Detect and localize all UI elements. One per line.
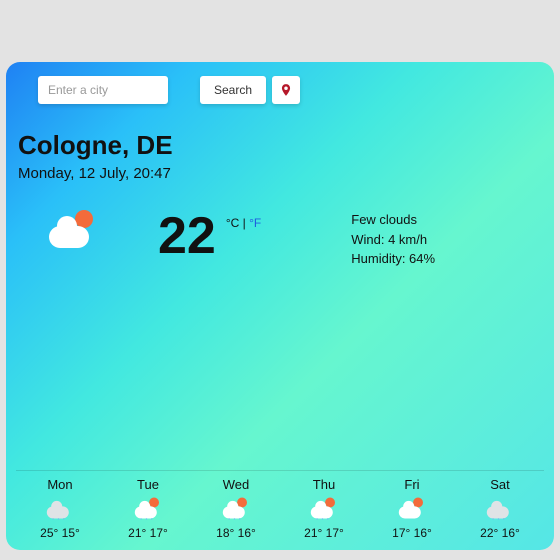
forecast-icon: • • • [20, 494, 100, 522]
city-input[interactable] [38, 76, 168, 104]
unit-celsius[interactable]: °C [226, 216, 239, 230]
forecast-day-name: Wed [196, 477, 276, 492]
unit-fahrenheit[interactable]: °F [249, 216, 261, 230]
cloud-sun-icon [49, 210, 97, 248]
forecast-day-name: Fri [372, 477, 452, 492]
forecast-row: Mon • • • 25° 15° Tue • • • 21° 17° Wed • • • 18… [16, 470, 544, 550]
forecast-day[interactable]: Thu • • • 21° 17° [284, 477, 364, 540]
forecast-day[interactable]: Sat • • • 22° 16° [460, 477, 540, 540]
forecast-icon: • • • [460, 494, 540, 522]
forecast-temps: 21° 17° [284, 526, 364, 540]
weather-description: Few clouds [351, 210, 435, 230]
unit-separator: | [239, 216, 249, 230]
forecast-day-name: Sat [460, 477, 540, 492]
forecast-day[interactable]: Wed • • • 18° 16° [196, 477, 276, 540]
forecast-day[interactable]: Fri 17° 16° [372, 477, 452, 540]
main-panel: Cologne, DE Monday, 12 July, 20:47 22 °C… [6, 118, 554, 470]
location-pin-icon [279, 83, 293, 97]
forecast-day-name: Mon [20, 477, 100, 492]
temperature-block: 22 °C | °F [158, 210, 261, 262]
search-button[interactable]: Search [200, 76, 266, 104]
locate-button[interactable] [272, 76, 300, 104]
forecast-temps: 21° 17° [108, 526, 188, 540]
weather-card: Search Cologne, DE Monday, 12 July, 20:4… [6, 62, 554, 550]
current-weather-icon [18, 210, 128, 248]
forecast-day-name: Tue [108, 477, 188, 492]
temperature-value: 22 [158, 210, 216, 262]
weather-details: Few clouds Wind: 4 km/h Humidity: 64% [351, 210, 435, 269]
forecast-day-name: Thu [284, 477, 364, 492]
forecast-day[interactable]: Mon • • • 25° 15° [20, 477, 100, 540]
forecast-icon: • • • [284, 494, 364, 522]
forecast-icon: • • • [108, 494, 188, 522]
unit-toggle: °C | °F [226, 216, 261, 230]
humidity-info: Humidity: 64% [351, 249, 435, 269]
forecast-temps: 17° 16° [372, 526, 452, 540]
search-bar: Search [6, 62, 554, 118]
forecast-day[interactable]: Tue • • • 21° 17° [108, 477, 188, 540]
forecast-temps: 18° 16° [196, 526, 276, 540]
forecast-temps: 25° 15° [20, 526, 100, 540]
forecast-icon: • • • [196, 494, 276, 522]
current-weather: 22 °C | °F Few clouds Wind: 4 km/h Humid… [18, 210, 542, 269]
date-time: Monday, 12 July, 20:47 [18, 165, 542, 182]
forecast-temps: 22° 16° [460, 526, 540, 540]
button-group: Search [200, 76, 300, 104]
location-name: Cologne, DE [18, 130, 542, 161]
forecast-icon [372, 494, 452, 522]
wind-info: Wind: 4 km/h [351, 230, 435, 250]
